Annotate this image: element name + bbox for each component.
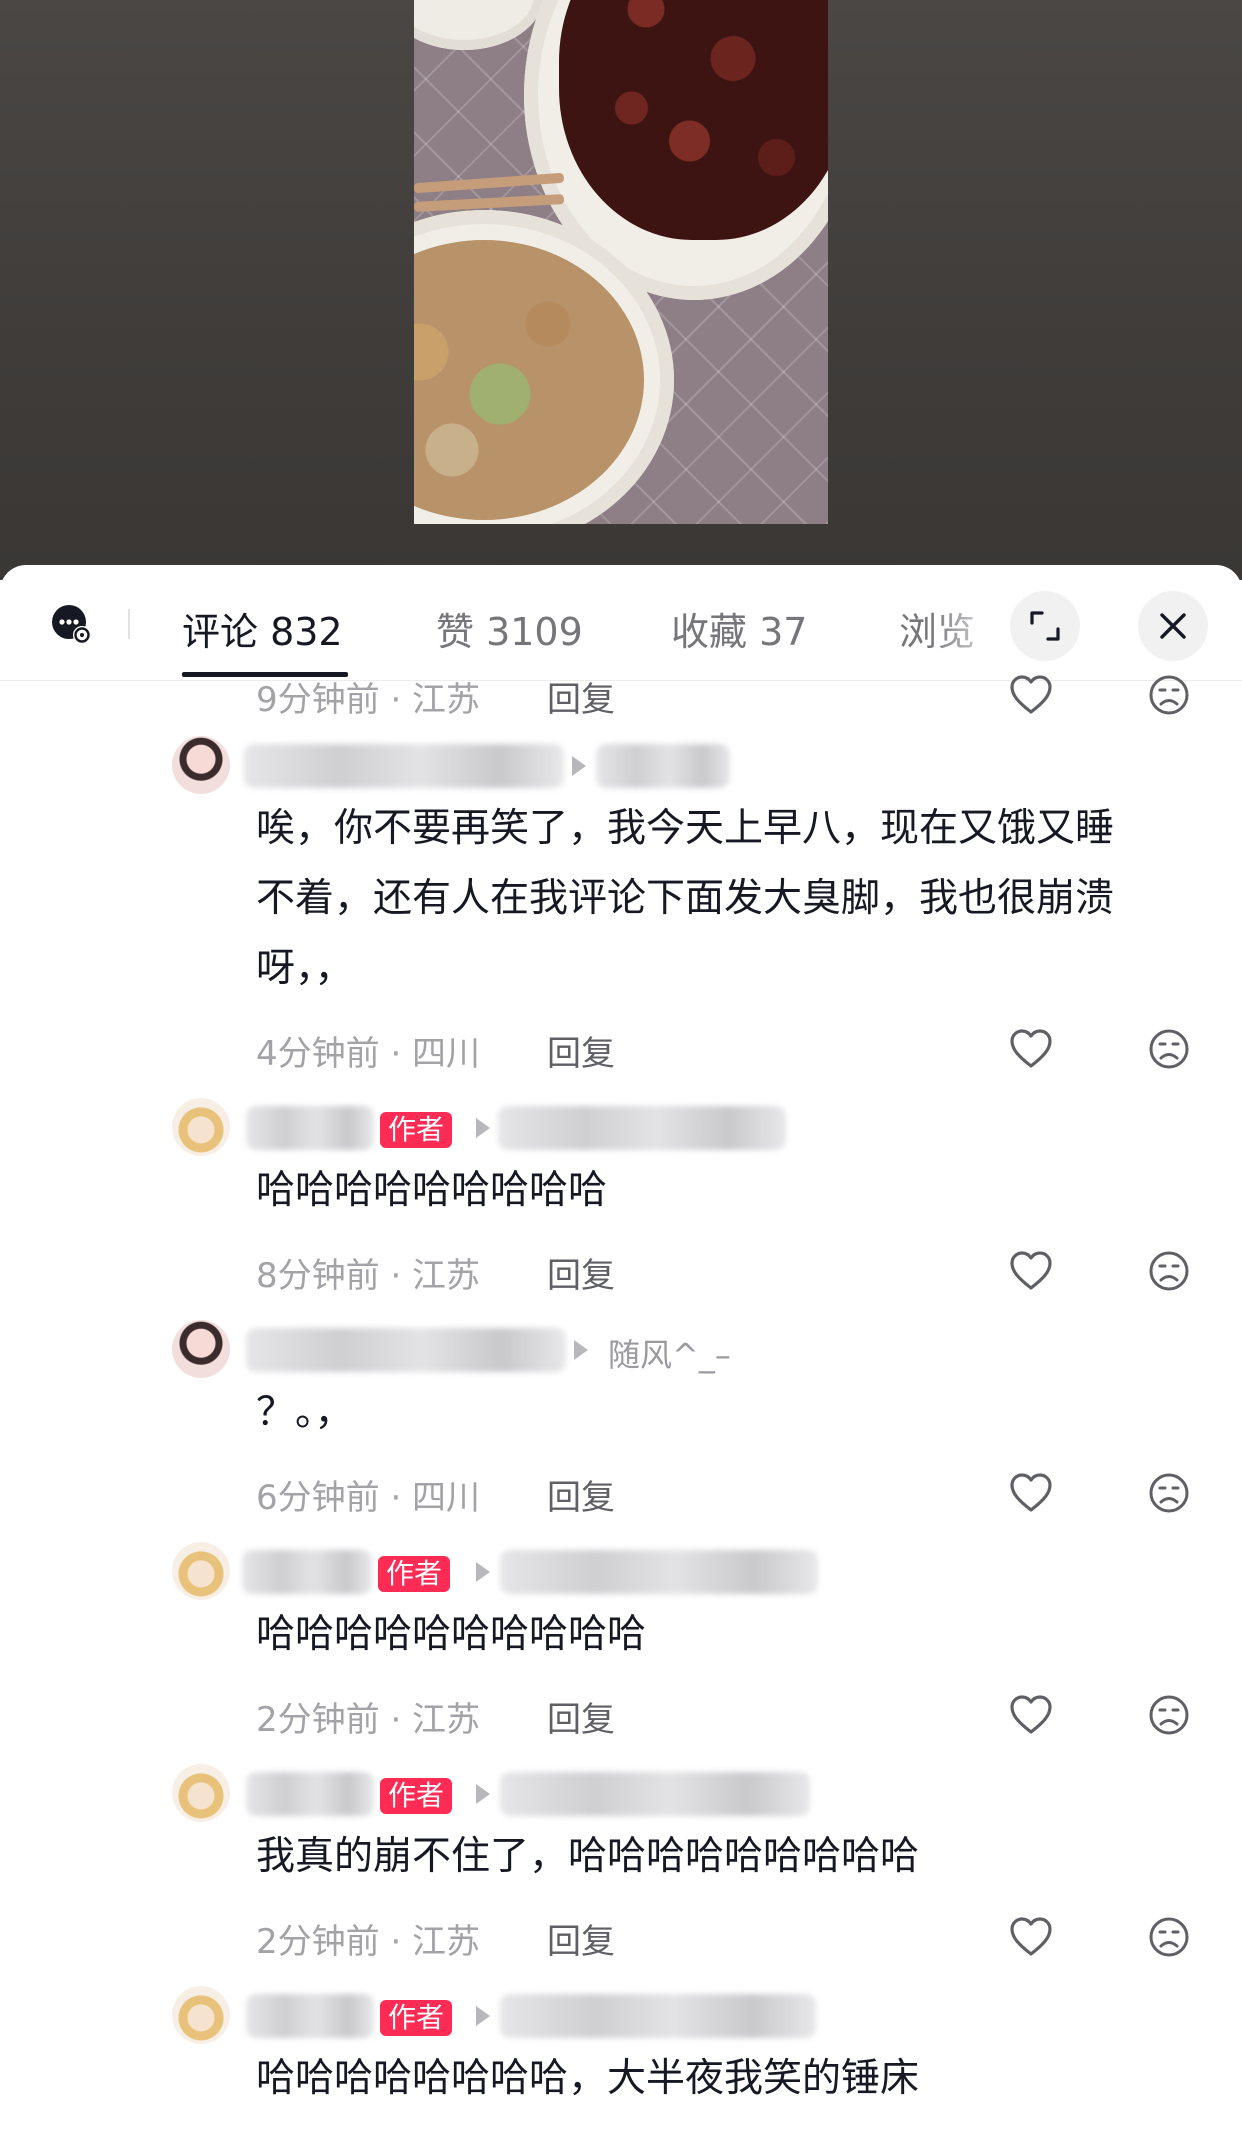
- video-frame-food-photo: [414, 0, 828, 524]
- comment-sheet: 评论 832 赞 3109 收藏 37 浏览 9分钟前 · 江苏 回复: [0, 565, 1242, 2154]
- comment-text: ？。，: [256, 1390, 354, 1435]
- heart-icon[interactable]: [1008, 1470, 1054, 1516]
- comment-time-location: 2分钟前 · 江苏: [256, 1922, 481, 1962]
- comment-list: 9分钟前 · 江苏 回复 唉，你不要再笑了，我今天上早八，现在又饿又睡 不着，还…: [0, 675, 1242, 2146]
- avatar[interactable]: [172, 736, 230, 794]
- comment-item: 作者 哈哈哈哈哈哈哈哈哈 8分钟前 · 江苏 回复: [0, 1098, 1242, 1320]
- heart-icon[interactable]: [1008, 1026, 1054, 1072]
- comment-text-line: 不着，还有人在我评论下面发大臭脚，我也很崩溃: [256, 876, 1115, 921]
- comment-item: 作者 我真的崩不住了，哈哈哈哈哈哈哈哈哈 2分钟前 · 江苏 回复: [0, 1764, 1242, 1986]
- comment-item: 唉，你不要再笑了，我今天上早八，现在又饿又睡 不着，还有人在我评论下面发大臭脚，…: [0, 736, 1242, 1098]
- comment-time-location: 9分钟前 · 江苏: [256, 680, 481, 720]
- expand-button[interactable]: [1010, 591, 1080, 661]
- comment-time-location: 6分钟前 · 四川: [256, 1478, 481, 1518]
- comment-item: 作者 哈哈哈哈哈哈哈哈哈哈 2分钟前 · 江苏 回复: [0, 1542, 1242, 1764]
- comment-time-location: 4分钟前 · 四川: [256, 1034, 481, 1074]
- tab-scroll-fade: [930, 575, 1010, 675]
- blurred-username: [246, 1994, 374, 2038]
- avatar[interactable]: [172, 1320, 230, 1378]
- frown-face-icon[interactable]: [1148, 1472, 1190, 1514]
- tab-divider: [128, 609, 130, 639]
- rice-bowl-image: [414, 0, 544, 50]
- heart-icon[interactable]: [1008, 1248, 1054, 1294]
- reply-arrow-icon: [476, 2006, 490, 2026]
- frown-face-icon[interactable]: [1148, 674, 1190, 716]
- reply-button[interactable]: 回复: [547, 1470, 615, 1519]
- tab-comments[interactable]: 评论 832: [182, 601, 343, 656]
- comment-text-line: 唉，你不要再笑了，我今天上早八，现在又饿又睡: [256, 806, 1115, 851]
- avatar[interactable]: [172, 1764, 230, 1822]
- tab-likes[interactable]: 赞 3109: [436, 601, 583, 656]
- blurred-reply-target: [596, 744, 730, 788]
- blurred-username: [242, 1550, 372, 1594]
- avatar[interactable]: [172, 1098, 230, 1156]
- comment-meta-row: 9分钟前 · 江苏 回复: [0, 662, 1242, 732]
- comment-text: 我真的崩不住了，哈哈哈哈哈哈哈哈哈: [256, 1834, 920, 1879]
- avatar[interactable]: [172, 1542, 230, 1600]
- chopsticks-image: [414, 172, 565, 194]
- reply-button[interactable]: 回复: [547, 1914, 615, 1963]
- blurred-username: [246, 1328, 566, 1372]
- avatar[interactable]: [172, 1986, 230, 2044]
- frown-face-icon[interactable]: [1148, 1028, 1190, 1070]
- author-badge: 作者: [380, 1778, 453, 1814]
- comment-text-line: 呀，，: [256, 946, 354, 991]
- comment-time-location: 2分钟前 · 江苏: [256, 1700, 481, 1740]
- close-icon: [1160, 613, 1186, 639]
- close-button[interactable]: [1138, 591, 1208, 661]
- reply-button[interactable]: 回复: [547, 1248, 615, 1297]
- comment-meta-row: 4分钟前 · 四川 回复: [0, 1016, 1242, 1086]
- blurred-reply-target: [500, 1994, 816, 2038]
- comment-text: 哈哈哈哈哈哈哈哈，大半夜我笑的锤床: [256, 2056, 920, 2101]
- comment-item: 作者 哈哈哈哈哈哈哈哈，大半夜我笑的锤床: [0, 1986, 1242, 2146]
- blurred-username: [246, 1772, 374, 1816]
- reply-arrow-icon: [476, 1562, 490, 1582]
- frown-face-icon[interactable]: [1148, 1250, 1190, 1292]
- reply-target-name[interactable]: 随风^_–: [608, 1330, 731, 1376]
- comment-time-location: 8分钟前 · 江苏: [256, 1256, 481, 1296]
- blurred-username: [244, 744, 564, 788]
- blurred-username: [246, 1106, 374, 1150]
- comment-text: 哈哈哈哈哈哈哈哈哈哈: [256, 1612, 647, 1657]
- author-badge: 作者: [378, 1556, 451, 1592]
- reply-button[interactable]: 回复: [547, 672, 615, 721]
- frown-face-icon[interactable]: [1148, 1694, 1190, 1736]
- heart-icon[interactable]: [1008, 672, 1054, 718]
- heart-icon[interactable]: [1008, 1692, 1054, 1738]
- blurred-reply-target: [498, 1106, 786, 1150]
- heart-icon[interactable]: [1008, 1914, 1054, 1960]
- comment-meta-row: 2分钟前 · 江苏 回复: [0, 1904, 1242, 1974]
- reply-arrow-icon: [574, 1340, 588, 1360]
- comment-meta-row: 2分钟前 · 江苏 回复: [0, 1682, 1242, 1752]
- reply-arrow-icon: [476, 1118, 490, 1138]
- blurred-reply-target: [500, 1550, 818, 1594]
- author-badge: 作者: [380, 1112, 453, 1148]
- comment-item: 随风^_– ？。， 6分钟前 · 四川 回复: [0, 1320, 1242, 1542]
- author-badge: 作者: [380, 2000, 453, 2036]
- reply-button[interactable]: 回复: [547, 1692, 615, 1741]
- tab-favorites[interactable]: 收藏 37: [671, 601, 807, 656]
- reply-button[interactable]: 回复: [547, 1026, 615, 1075]
- comment-meta-row: 8分钟前 · 江苏 回复: [0, 1238, 1242, 1308]
- comment-text: 唉，你不要再笑了，我今天上早八，现在又饿又睡 不着，还有人在我评论下面发大臭脚，…: [256, 794, 1196, 1004]
- comment-text: 哈哈哈哈哈哈哈哈哈: [256, 1168, 608, 1213]
- frown-face-icon[interactable]: [1148, 1916, 1190, 1958]
- chat-bubble-settings-icon[interactable]: [50, 603, 92, 645]
- reply-arrow-icon: [572, 756, 586, 776]
- reply-arrow-icon: [476, 1784, 490, 1804]
- video-player[interactable]: [0, 0, 1242, 580]
- comment-meta-row: 6分钟前 · 四川 回复: [0, 1460, 1242, 1530]
- blurred-reply-target: [500, 1772, 810, 1816]
- expand-icon: [1030, 611, 1060, 641]
